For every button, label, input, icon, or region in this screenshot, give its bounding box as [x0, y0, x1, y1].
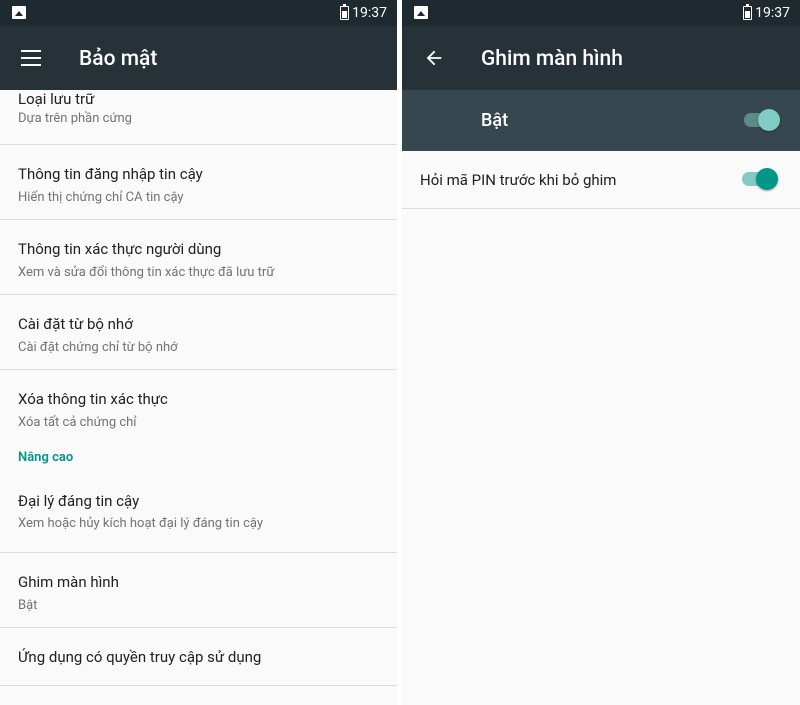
list-item-trusted-credentials[interactable]: Thông tin đăng nhập tin cậy Hiển thị chứ… — [0, 145, 397, 220]
list-item-usage-access[interactable]: Ứng dụng có quyền truy cập sử dụng — [0, 628, 397, 686]
battery-icon — [340, 4, 349, 20]
list-item-storage-type[interactable]: Loại lưu trữ Dựa trên phần cứng — [0, 90, 397, 145]
item-summary: Xóa tất cả chứng chỉ — [18, 415, 137, 430]
toolbar: Bảo mật — [0, 26, 397, 90]
category-header-advanced: Nâng cao — [0, 445, 397, 474]
master-switch-bar[interactable]: Bật — [402, 90, 800, 151]
item-title: Thông tin đăng nhập tin cậy — [18, 165, 203, 183]
status-time: 19:37 — [755, 5, 790, 21]
list-item-user-credentials[interactable]: Thông tin xác thực người dùng Xem và sửa… — [0, 220, 397, 295]
security-settings-screen: 19:37 Bảo mật Loại lưu trữ Dựa trên phần… — [0, 0, 397, 705]
status-bar: 19:37 — [0, 0, 397, 26]
category-label: Nâng cao — [18, 450, 74, 465]
item-summary: Xem hoặc hủy kích hoạt đại lý đáng tin c… — [18, 516, 264, 531]
ask-pin-toggle-switch[interactable] — [742, 168, 778, 190]
item-title: Xóa thông tin xác thực — [18, 390, 168, 408]
item-title: Thông tin xác thực người dùng — [18, 240, 222, 258]
master-toggle-switch[interactable] — [744, 109, 780, 131]
status-bar: 19:37 — [402, 0, 800, 26]
page-title: Bảo mật — [79, 47, 158, 71]
toolbar: Ghim màn hình — [402, 26, 800, 90]
battery-icon — [743, 4, 752, 20]
item-title: Ghim màn hình — [18, 573, 119, 591]
page-title: Ghim màn hình — [481, 47, 623, 71]
item-title: Đại lý đáng tin cậy — [18, 492, 140, 510]
list-item-trust-agents[interactable]: Đại lý đáng tin cậy Xem hoặc hủy kích ho… — [0, 474, 397, 553]
item-summary: Dựa trên phần cứng — [18, 111, 132, 126]
status-time: 19:37 — [352, 5, 387, 21]
list-item-install-from-storage[interactable]: Cài đặt từ bộ nhớ Cài đặt chứng chỉ từ b… — [0, 295, 397, 370]
list-item-clear-credentials[interactable]: Xóa thông tin xác thực Xóa tất cả chứng … — [0, 370, 397, 445]
master-switch-label: Bật — [481, 110, 509, 131]
switch-thumb — [758, 109, 780, 131]
back-arrow-icon[interactable] — [423, 47, 445, 69]
item-title: Ứng dụng có quyền truy cập sử dụng — [18, 648, 262, 666]
item-summary: Xem và sửa đổi thông tin xác thực đã lưu… — [18, 265, 275, 280]
ask-pin-option-row[interactable]: Hỏi mã PIN trước khi bỏ ghim — [402, 151, 800, 209]
switch-thumb — [756, 168, 778, 190]
menu-icon[interactable] — [21, 50, 41, 66]
item-summary: Hiển thị chứng chỉ CA tin cậy — [18, 190, 184, 205]
list-item-screen-pinning[interactable]: Ghim màn hình Bật — [0, 553, 397, 628]
settings-list: Loại lưu trữ Dựa trên phần cứng Thông ti… — [0, 90, 397, 686]
image-notification-icon — [12, 6, 26, 19]
item-summary: Cài đặt chứng chỉ từ bộ nhớ — [18, 340, 178, 355]
ask-pin-label: Hỏi mã PIN trước khi bỏ ghim — [420, 171, 617, 189]
screen-pinning-screen: 19:37 Ghim màn hình Bật Hỏi mã PIN trước… — [402, 0, 800, 705]
item-title: Cài đặt từ bộ nhớ — [18, 315, 133, 333]
image-notification-icon — [414, 6, 428, 19]
item-title: Loại lưu trữ — [18, 90, 95, 108]
item-summary: Bật — [18, 598, 38, 613]
